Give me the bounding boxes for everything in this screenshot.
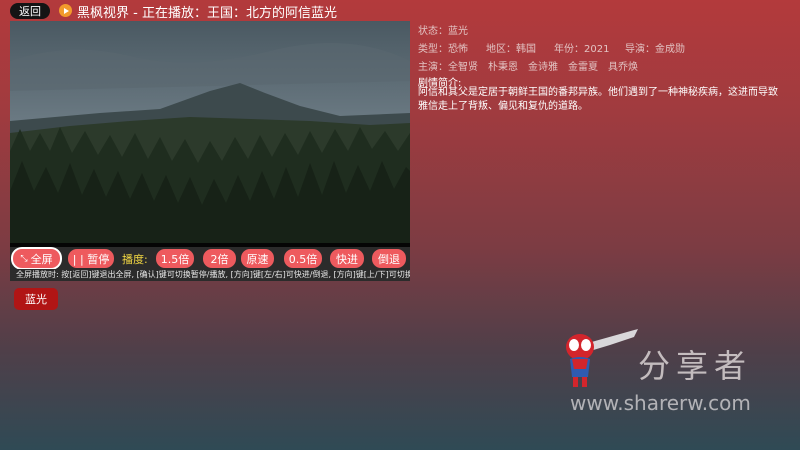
cast-member[interactable]: 具乔焕 bbox=[608, 58, 638, 73]
speed-2x-button[interactable]: 2倍 bbox=[203, 249, 236, 268]
fullscreen-button[interactable]: ⤡ 全屏 bbox=[13, 249, 60, 268]
region-text: 地区：韩国 bbox=[486, 44, 536, 55]
type-text: 类型：恐怖 bbox=[418, 44, 468, 55]
speed-1-5x-button[interactable]: 1.5倍 bbox=[156, 249, 194, 268]
speed-normal-button[interactable]: 原速 bbox=[241, 249, 274, 268]
watermark-url: www.sharerw.com bbox=[570, 391, 751, 415]
speed-label: 播度: bbox=[122, 253, 148, 266]
video-frame[interactable] bbox=[10, 21, 410, 243]
source-bluray-button[interactable]: 蓝光 bbox=[14, 288, 58, 310]
forward-button[interactable]: 快进 bbox=[330, 249, 364, 268]
page-title: 黑枫视界 - 正在播放：王国：北方的阿信蓝光 bbox=[77, 6, 337, 21]
director-text: 导演：金成勋 bbox=[625, 44, 685, 55]
top-bar: 返回 黑枫视界 - 正在播放：王国：北方的阿信蓝光 bbox=[0, 0, 800, 22]
play-logo-icon bbox=[59, 4, 72, 17]
cast-member[interactable]: 朴秉恩 bbox=[488, 58, 518, 73]
watermark-text: 分享者 bbox=[638, 347, 753, 385]
cast-label: 主演： bbox=[418, 62, 448, 73]
rewind-button[interactable]: 倒退 bbox=[372, 249, 406, 268]
speed-0-5x-button[interactable]: 0.5倍 bbox=[284, 249, 322, 268]
cast-member[interactable]: 金雷夏 bbox=[568, 58, 598, 73]
back-button[interactable]: 返回 bbox=[10, 3, 50, 19]
year-text: 年份：2021 bbox=[554, 44, 610, 55]
video-scene-image bbox=[10, 21, 410, 243]
control-hint: 全屏播放时: 按[返回]键退出全屏, [确认]键可切换暂停/播放, [方向]键[… bbox=[10, 269, 410, 281]
pause-button[interactable]: | | 暂停 bbox=[68, 249, 114, 268]
control-bar: ⤡ 全屏 | | 暂停 播度: 1.5倍 2倍 原速 0.5倍 快进 倒退 bbox=[10, 247, 410, 269]
video-player[interactable]: ⤡ 全屏 | | 暂停 播度: 1.5倍 2倍 原速 0.5倍 快进 倒退 全屏… bbox=[10, 21, 410, 281]
meta-row: 类型：恐怖 地区：韩国 年份：2021 导演：金成勋 bbox=[418, 40, 793, 55]
watermark: 分享者 www.sharerw.com bbox=[560, 325, 780, 420]
status-text: 状态：蓝光 bbox=[418, 26, 468, 37]
cast-member[interactable]: 金诗雅 bbox=[528, 58, 558, 73]
fullscreen-icon: ⤡ bbox=[20, 253, 28, 264]
cast-member[interactable]: 全智贤 bbox=[448, 58, 478, 73]
cast-row: 主演： 全智贤 朴秉恩 金诗雅 金雷夏 具乔焕 bbox=[418, 58, 793, 73]
mascot-logo-icon bbox=[566, 329, 638, 387]
synopsis-text: 阿信和其父是定居于朝鲜王国的番邦异族。他们遇到了一种神秘疾病，这进而导致雅信走上… bbox=[418, 87, 778, 112]
